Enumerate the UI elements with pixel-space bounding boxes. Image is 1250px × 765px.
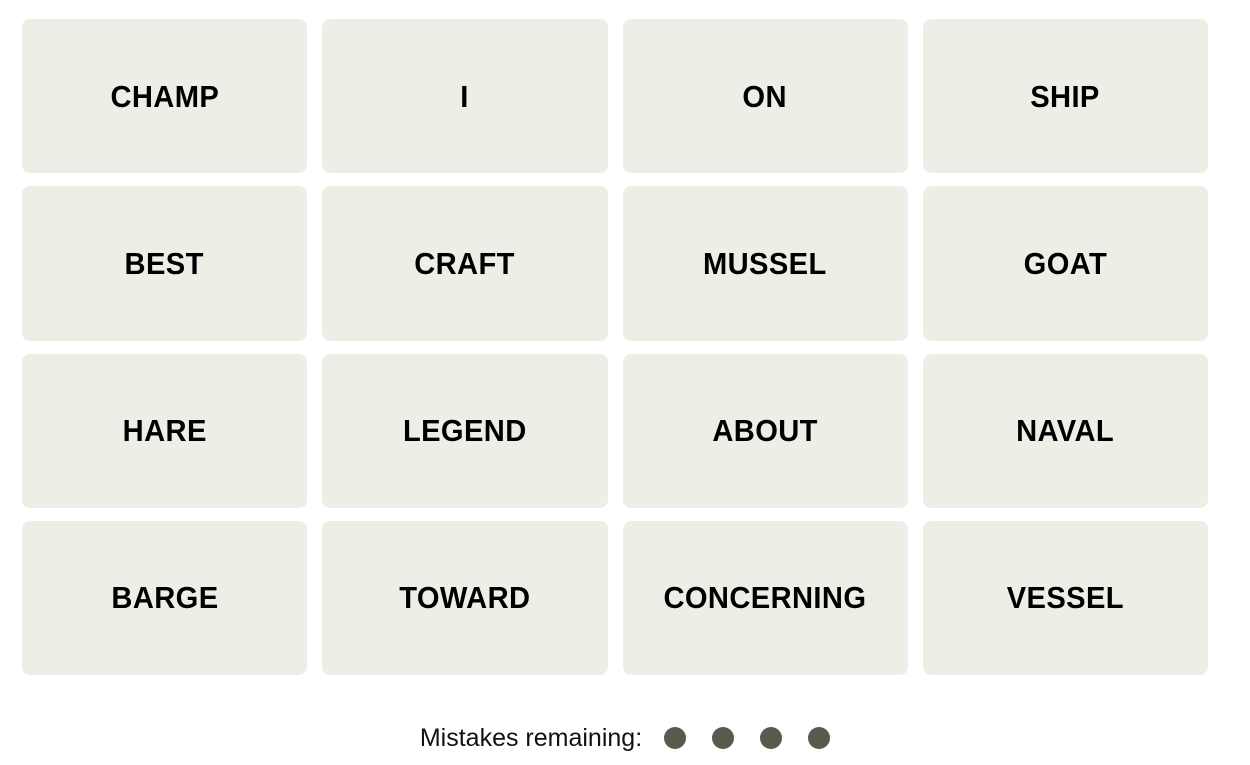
word-tile[interactable]: ABOUT [622, 353, 908, 508]
word-tile-label: BEST [125, 245, 205, 281]
mistakes-remaining-dots [664, 727, 831, 749]
word-tile-label: ABOUT [712, 413, 818, 449]
word-tile[interactable]: LEGEND [322, 353, 608, 508]
word-tile-label: TOWARD [399, 580, 531, 616]
word-tile-label: I [460, 78, 470, 114]
word-tile[interactable]: CONCERNING [622, 520, 908, 675]
word-tile[interactable]: CRAFT [322, 186, 608, 341]
mistakes-remaining-bar: Mistakes remaining: [0, 716, 1250, 760]
word-tile[interactable]: ON [622, 19, 908, 174]
word-tile[interactable]: VESSEL [922, 520, 1208, 675]
word-tile-label: CHAMP [110, 78, 219, 114]
mistakes-remaining-label: Mistakes remaining: [419, 723, 643, 752]
word-tile[interactable]: TOWARD [322, 520, 608, 675]
word-tile-label: LEGEND [403, 413, 527, 449]
mistake-dot-icon [712, 727, 735, 749]
mistake-dot-icon [664, 727, 687, 749]
word-tile[interactable]: NAVAL [922, 353, 1208, 508]
word-grid: CHAMP I ON SHIP BEST CRAFT MUSSEL GOAT H… [22, 19, 1208, 675]
word-tile-label: CRAFT [414, 245, 516, 281]
word-tile[interactable]: SHIP [922, 19, 1208, 174]
word-tile[interactable]: CHAMP [22, 19, 308, 174]
word-tile-label: MUSSEL [703, 245, 827, 281]
word-tile-label: BARGE [111, 580, 219, 616]
word-tile-label: GOAT [1023, 245, 1108, 281]
word-tile-label: VESSEL [1006, 580, 1124, 616]
word-tile-label: NAVAL [1016, 413, 1115, 449]
word-tile-label: HARE [122, 413, 207, 449]
word-tile[interactable]: MUSSEL [622, 186, 908, 341]
connections-game-board: CHAMP I ON SHIP BEST CRAFT MUSSEL GOAT H… [0, 0, 1250, 765]
mistake-dot-icon [760, 727, 783, 749]
word-tile[interactable]: GOAT [922, 186, 1208, 341]
word-tile[interactable]: BEST [22, 186, 308, 341]
word-tile[interactable]: HARE [22, 353, 308, 508]
mistake-dot-icon [808, 727, 831, 749]
word-tile-label: CONCERNING [663, 580, 867, 616]
word-tile-label: ON [742, 78, 788, 114]
word-tile[interactable]: BARGE [22, 520, 308, 675]
word-tile[interactable]: I [322, 19, 608, 174]
word-tile-label: SHIP [1030, 78, 1101, 114]
